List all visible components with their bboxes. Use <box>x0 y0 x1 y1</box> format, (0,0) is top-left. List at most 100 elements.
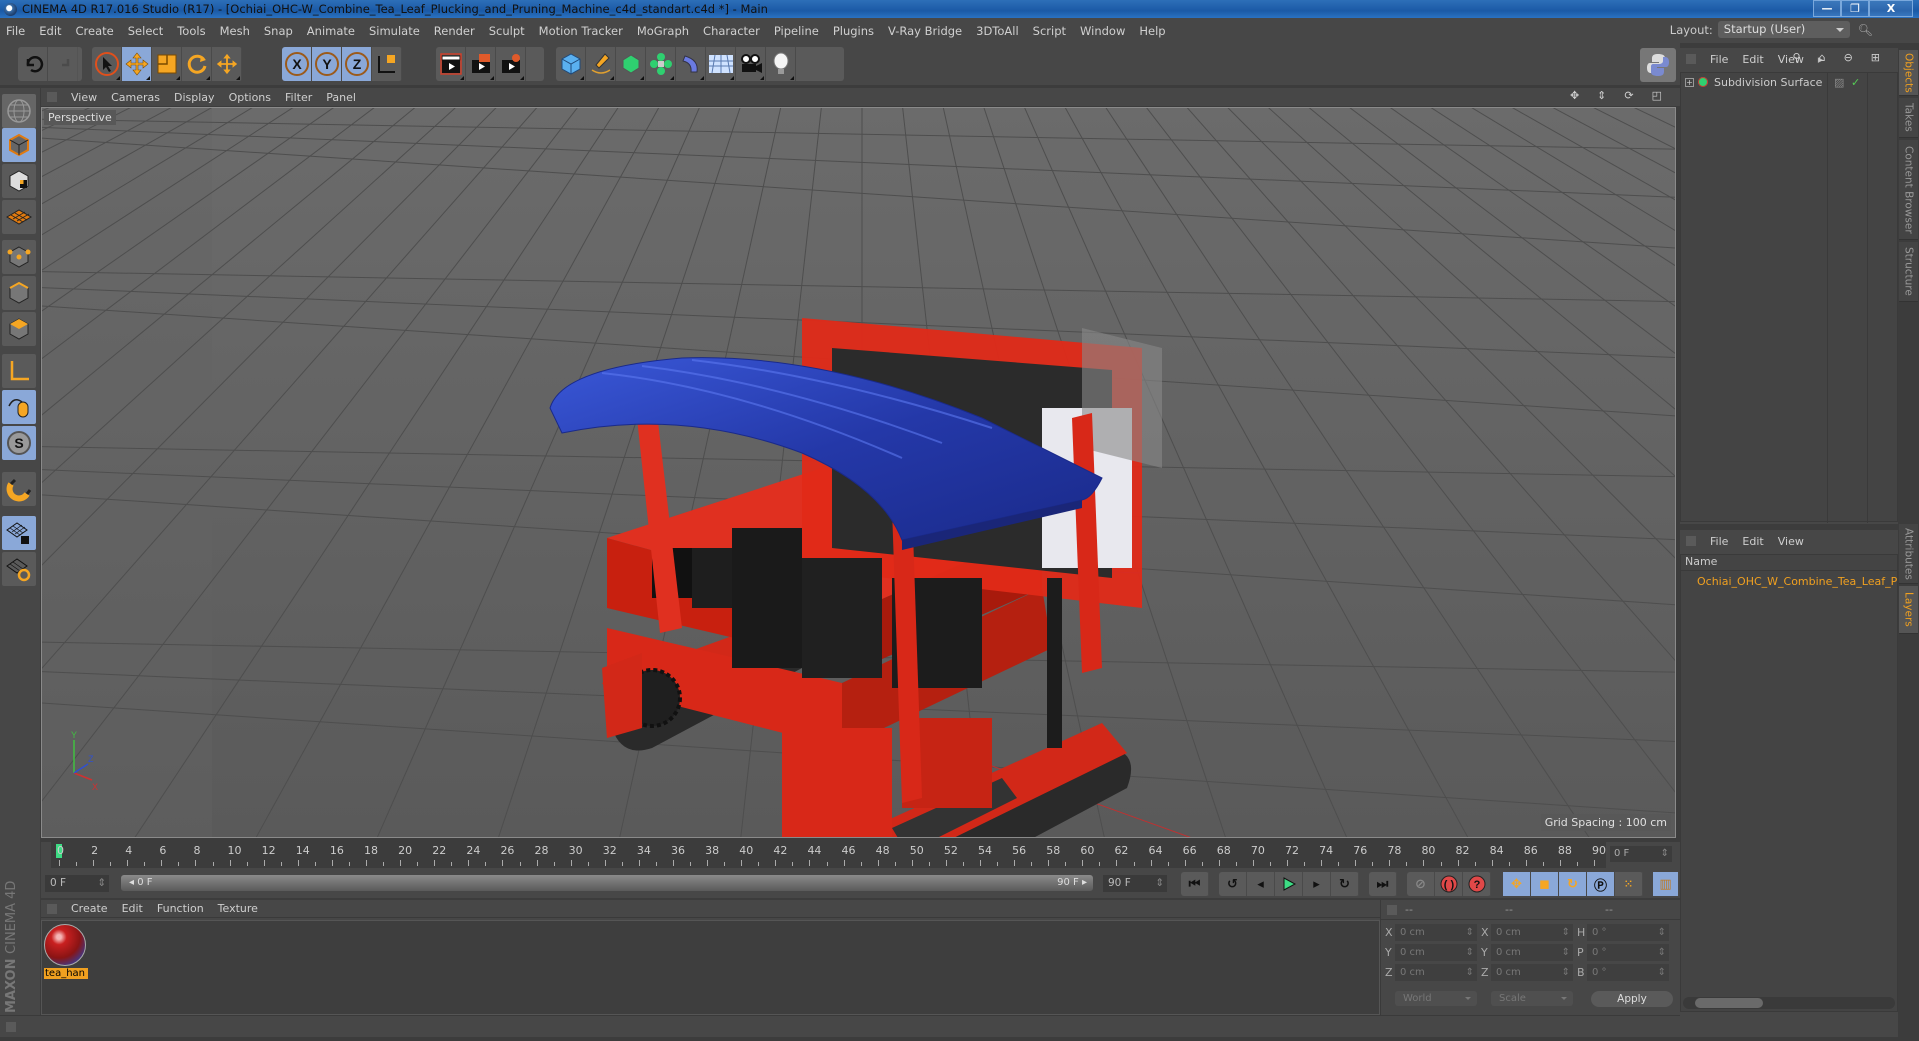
key-rotation-button[interactable]: ↻ <box>1559 872 1587 896</box>
expand-icon[interactable]: + <box>1685 77 1694 87</box>
subdivision-surface-button[interactable] <box>616 47 646 81</box>
rotate-tool-button[interactable] <box>182 47 212 81</box>
make-editable-button[interactable] <box>2 94 36 128</box>
close-button[interactable]: X <box>1869 0 1913 17</box>
object-menu-edit[interactable]: Edit <box>1742 53 1763 66</box>
panel-grip[interactable] <box>47 92 57 102</box>
snapping-button[interactable] <box>2 472 36 506</box>
editor-visibility-icon[interactable]: ▨ <box>1834 76 1844 89</box>
menu-render[interactable]: Render <box>434 24 475 38</box>
menu-tools[interactable]: Tools <box>177 24 205 38</box>
panel-grip[interactable] <box>47 903 57 914</box>
model-mode-button[interactable] <box>2 128 36 162</box>
next-key-button[interactable]: ↻ <box>1331 872 1359 896</box>
menu-character[interactable]: Character <box>703 24 760 38</box>
go-to-start-button[interactable]: ⏮ <box>1181 872 1209 896</box>
live-selection-button[interactable] <box>92 47 122 81</box>
menu-mograph[interactable]: MoGraph <box>637 24 689 38</box>
rotation-b-field[interactable]: 0 ° ⇕ <box>1587 964 1669 981</box>
layout-dropdown[interactable]: Startup (User) <box>1717 21 1850 38</box>
menu-edit[interactable]: Edit <box>39 24 61 38</box>
go-to-end-button[interactable]: ⏭ <box>1369 872 1397 896</box>
timeline-ruler[interactable]: 0 2 4 6 8 10 12 14 16 18 20 22 24 26 28 30 32 34 36 38 40 42 4… <box>51 842 1606 868</box>
bookmark-icon[interactable]: ⊖ <box>1844 51 1853 64</box>
pan-view-icon[interactable]: ✥ <box>1570 89 1579 102</box>
orbit-view-icon[interactable]: ⟳ <box>1624 89 1633 102</box>
coordinate-system-button[interactable] <box>372 47 402 81</box>
size-mode-dropdown[interactable]: Scale <box>1491 991 1573 1006</box>
previous-key-button[interactable]: ↺ <box>1219 872 1247 896</box>
tweak-mode-button[interactable] <box>2 390 36 424</box>
axis-mode-button[interactable] <box>2 354 36 388</box>
record-active-objects-button[interactable]: ( ) <box>1435 872 1463 896</box>
rotation-h-field[interactable]: 0 ° ⇕ <box>1587 924 1669 941</box>
undo-button[interactable] <box>18 47 48 81</box>
edge-mode-button[interactable] <box>2 276 36 310</box>
timeline-scheme-button[interactable]: ▥ <box>1653 872 1679 896</box>
previous-frame-button[interactable]: ◂ <box>1247 872 1275 896</box>
viewport-canvas[interactable]: Y X Z <box>42 108 1676 838</box>
material-swatch[interactable]: tea_han <box>44 924 88 986</box>
start-frame-field[interactable]: 0 F ⇕ <box>45 875 109 892</box>
enabled-check-icon[interactable]: ✓ <box>1851 76 1860 89</box>
material-menu-edit[interactable]: Edit <box>122 902 143 915</box>
key-point-level-button[interactable]: ⁙ <box>1615 872 1643 896</box>
position-z-field[interactable]: 0 cm ⇕ <box>1395 964 1477 981</box>
render-view-button[interactable] <box>436 47 466 81</box>
menu-motion-tracker[interactable]: Motion Tracker <box>539 24 623 38</box>
python-script-button[interactable] <box>1640 48 1676 82</box>
layer-row[interactable]: Ochiai_OHC_W_Combine_Tea_Leaf_Plucking_a… <box>1681 573 1897 590</box>
search-icon[interactable]: ⚲ <box>1793 51 1801 64</box>
x-axis-lock-button[interactable]: X <box>282 47 312 81</box>
end-frame-field[interactable]: 90 F ⇕ <box>1103 875 1167 892</box>
menu-3dtoall[interactable]: 3DToAll <box>976 24 1019 38</box>
size-x-field[interactable]: 0 cm ⇕ <box>1491 924 1573 941</box>
light-button[interactable] <box>766 47 796 81</box>
menu-vray-bridge[interactable]: V-Ray Bridge <box>888 24 962 38</box>
solo-mode-button[interactable]: S <box>2 426 36 460</box>
name-column-header[interactable]: Name <box>1681 555 1897 571</box>
last-tool-button[interactable] <box>212 47 242 81</box>
tab-structure[interactable]: Structure <box>1899 242 1918 302</box>
camera-button[interactable] <box>736 47 766 81</box>
rotation-p-field[interactable]: 0 ° ⇕ <box>1587 944 1669 961</box>
menu-help[interactable]: Help <box>1139 24 1165 38</box>
tab-attributes[interactable]: Attributes <box>1899 524 1918 584</box>
apply-button[interactable]: Apply <box>1591 991 1673 1007</box>
menu-plugins[interactable]: Plugins <box>833 24 874 38</box>
menu-snap[interactable]: Snap <box>264 24 293 38</box>
cloner-button[interactable] <box>646 47 676 81</box>
panel-grip[interactable] <box>1686 54 1696 64</box>
workplane-lock-button[interactable] <box>2 516 36 550</box>
next-frame-button[interactable]: ▸ <box>1303 872 1331 896</box>
menu-script[interactable]: Script <box>1033 24 1066 38</box>
menu-window[interactable]: Window <box>1080 24 1125 38</box>
position-y-field[interactable]: 0 cm ⇕ <box>1395 944 1477 961</box>
coordinate-mode-dropdown[interactable]: World <box>1395 991 1477 1006</box>
search-icon[interactable]: 🔍︎ <box>1858 23 1873 37</box>
menu-pipeline[interactable]: Pipeline <box>774 24 819 38</box>
size-z-field[interactable]: 0 cm ⇕ <box>1491 964 1573 981</box>
menu-create[interactable]: Create <box>76 24 114 38</box>
position-x-field[interactable]: 0 cm ⇕ <box>1395 924 1477 941</box>
polygon-mode-button[interactable] <box>2 312 36 346</box>
menu-mesh[interactable]: Mesh <box>220 24 250 38</box>
tab-takes[interactable]: Takes <box>1899 98 1918 138</box>
material-menu-texture[interactable]: Texture <box>218 902 258 915</box>
render-to-picture-viewer-button[interactable] <box>466 47 496 81</box>
z-axis-lock-button[interactable]: Z <box>342 47 372 81</box>
dolly-view-icon[interactable]: ⇕ <box>1597 89 1606 102</box>
scale-tool-button[interactable] <box>152 47 182 81</box>
material-menu-create[interactable]: Create <box>71 902 108 915</box>
layer-menu-file[interactable]: File <box>1710 535 1728 548</box>
deformer-button[interactable] <box>676 47 706 81</box>
viewport-menu-view[interactable]: View <box>71 91 97 104</box>
layer-menu-edit[interactable]: Edit <box>1742 535 1763 548</box>
toggle-layout-icon[interactable]: ◰ <box>1652 89 1662 102</box>
home-icon[interactable]: ⌂ <box>1819 51 1826 64</box>
point-mode-button[interactable] <box>2 240 36 274</box>
tab-objects[interactable]: Objects <box>1899 50 1918 96</box>
y-axis-lock-button[interactable]: Y <box>312 47 342 81</box>
material-menu-function[interactable]: Function <box>157 902 204 915</box>
move-tool-button[interactable] <box>122 47 152 81</box>
